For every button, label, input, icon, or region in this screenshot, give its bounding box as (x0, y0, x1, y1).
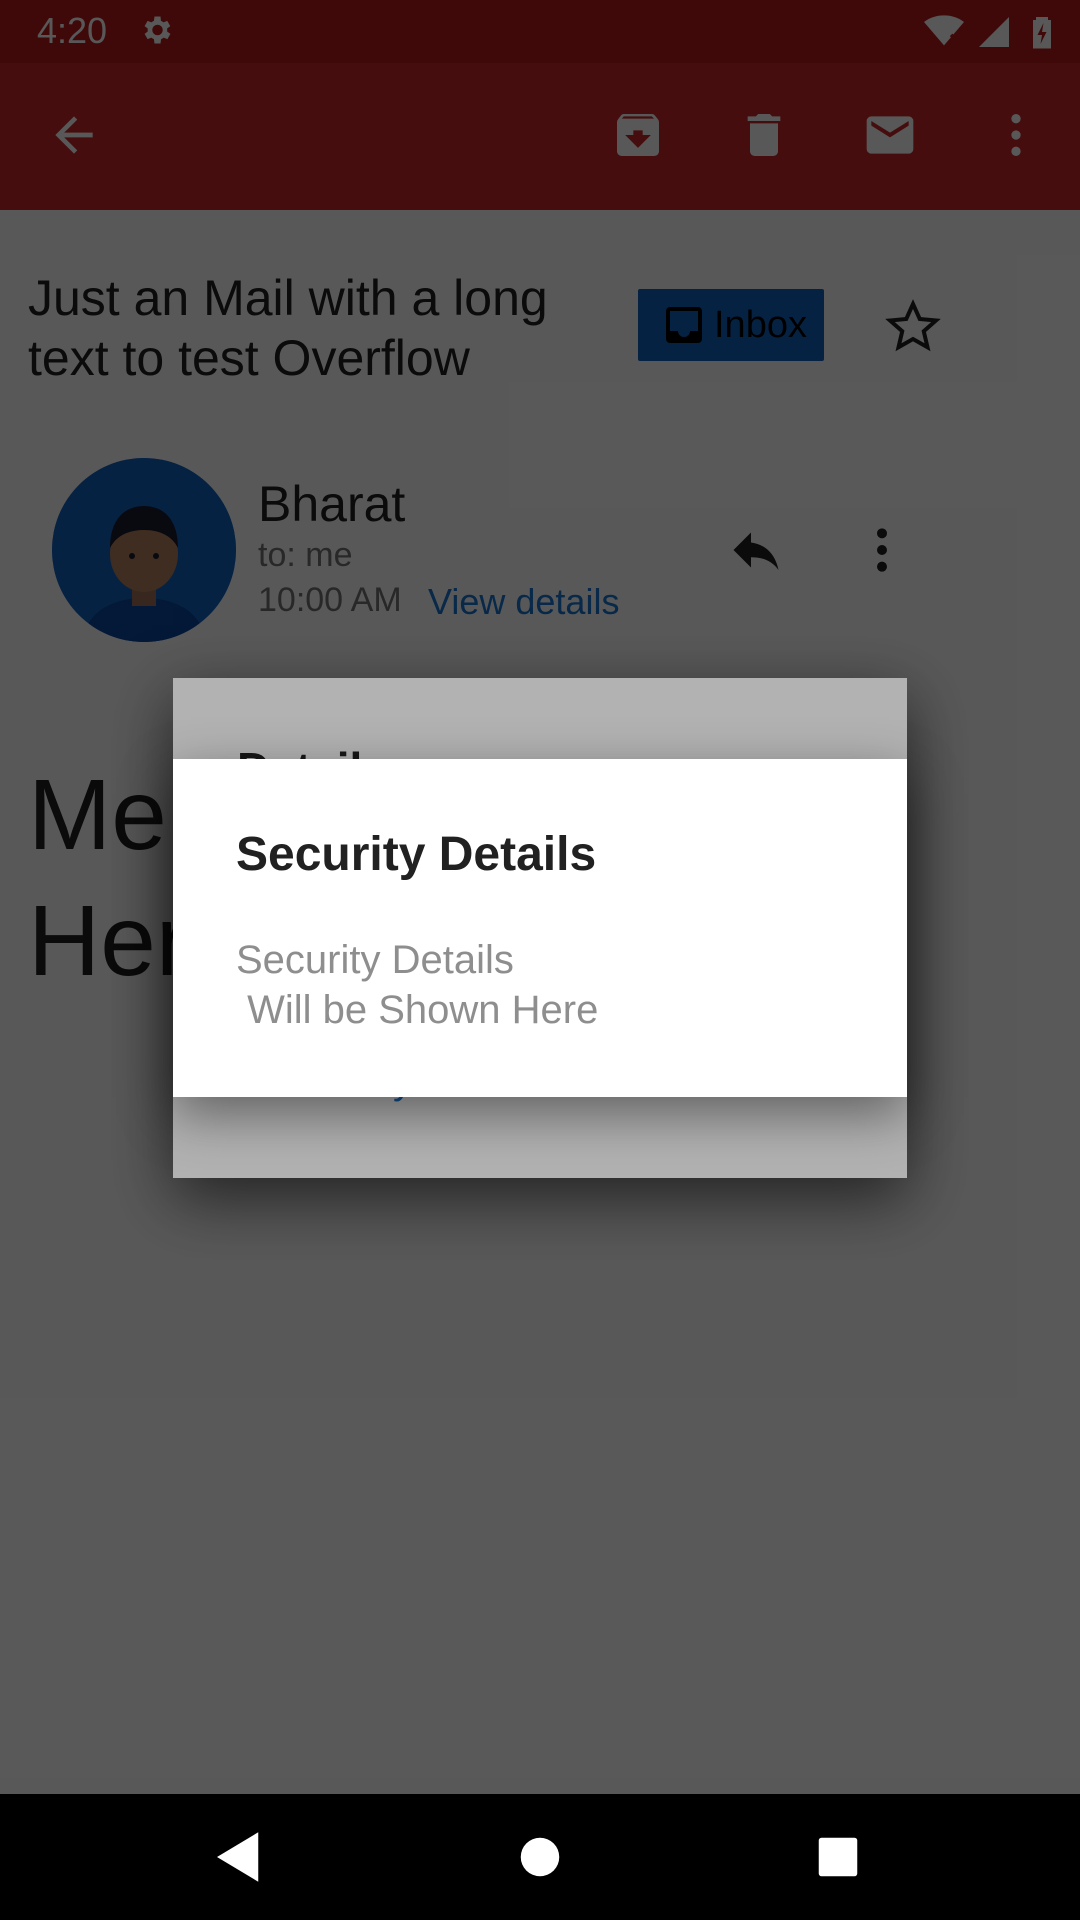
dialog-message: Security Details Will be Shown Here (236, 938, 599, 1032)
nav-home-icon[interactable] (507, 1824, 573, 1890)
dialog-title: Security Details (236, 828, 597, 881)
nav-recents-icon[interactable] (805, 1824, 871, 1890)
security-details-dialog: Security Details Security Details Will b… (173, 759, 907, 1097)
navigation-bar (0, 1794, 1080, 1920)
nav-back-icon[interactable] (206, 1824, 272, 1890)
